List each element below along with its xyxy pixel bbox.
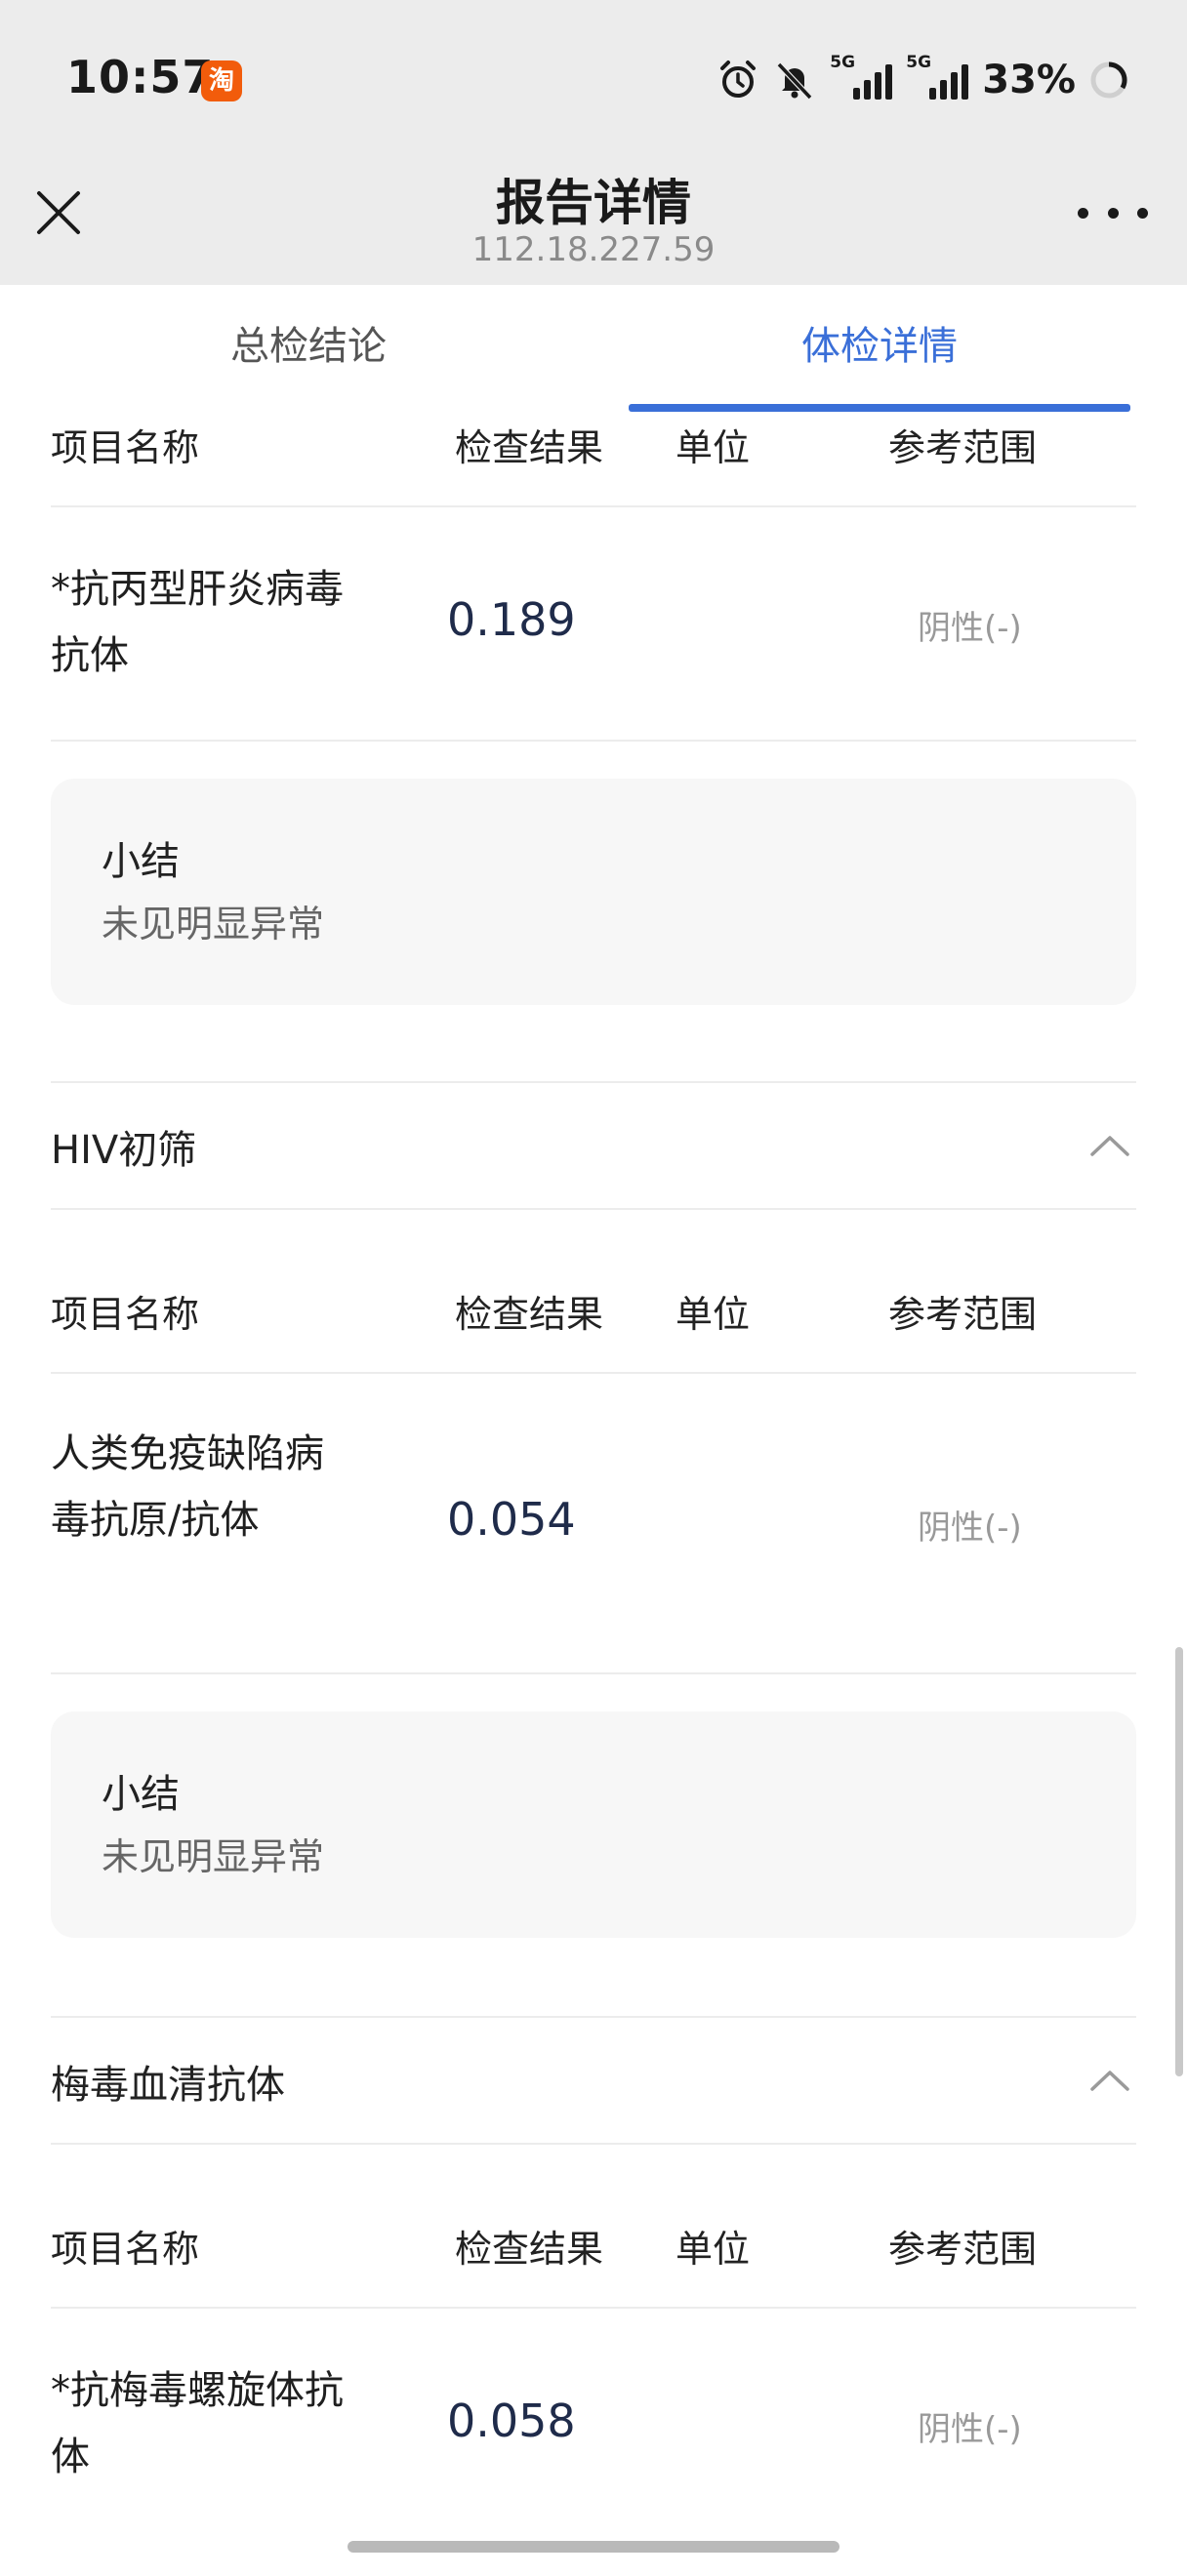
header-result: 检查结果 — [455, 2228, 604, 2271]
battery-percent: 33% — [982, 58, 1076, 102]
section-title-hiv[interactable]: HIV初筛 — [51, 1118, 196, 1175]
divider — [51, 1208, 1136, 1210]
header-unit: 单位 — [675, 1293, 751, 1336]
divider — [51, 1372, 1136, 1374]
taobao-notification-icon: 淘 — [201, 60, 242, 101]
tab-summary-conclusion[interactable]: 总检结论 — [23, 314, 594, 371]
header-unit: 单位 — [675, 426, 751, 469]
battery-ring-icon — [1090, 61, 1127, 99]
status-bar: 10:57 淘 5G 5G 33% — [0, 0, 1187, 146]
header-unit: 单位 — [675, 2228, 751, 2271]
mute-bell-icon — [777, 61, 813, 101]
tab-exam-details[interactable]: 体检详情 — [629, 314, 1130, 371]
header-item-name: 项目名称 — [51, 426, 200, 469]
scrollbar[interactable] — [1175, 1647, 1183, 2076]
header-result: 检查结果 — [455, 1293, 604, 1336]
divider — [51, 740, 1136, 742]
item-result: 0.054 — [447, 1493, 576, 1546]
header-item-name: 项目名称 — [51, 1293, 200, 1336]
status-icons: 5G 5G 33% — [716, 53, 1128, 107]
alarm-icon — [720, 60, 757, 98]
nav-bar: 报告详情 112.18.227.59 — [0, 146, 1187, 285]
divider — [51, 2143, 1136, 2145]
item-name: *抗梅毒螺旋体抗体 — [51, 2368, 344, 2479]
summary-card: 小结 未见明显异常 — [51, 1711, 1136, 1938]
summary-title: 小结 — [102, 839, 180, 884]
active-tab-indicator — [629, 404, 1130, 412]
signal-type-label: 5G — [906, 53, 932, 72]
summary-card: 小结 未见明显异常 — [51, 779, 1136, 1005]
summary-title: 小结 — [102, 1772, 180, 1817]
header-reference: 参考范围 — [888, 426, 1038, 469]
section-title-syphilis[interactable]: 梅毒血清抗体 — [51, 2053, 285, 2110]
tab-bar: 总检结论 体检详情 — [0, 285, 1187, 412]
home-indicator[interactable] — [348, 2541, 839, 2553]
header-reference: 参考范围 — [888, 1293, 1038, 1336]
signal-5g-icon: 5G — [830, 53, 893, 100]
item-reference: 阴性(-) — [918, 2410, 1022, 2449]
item-reference: 阴性(-) — [918, 609, 1022, 648]
header-result: 检查结果 — [455, 426, 604, 469]
chevron-up-icon[interactable] — [1089, 2069, 1130, 2092]
header-reference: 参考范围 — [888, 2228, 1038, 2271]
more-icon[interactable] — [1078, 195, 1148, 230]
divider — [51, 1081, 1136, 1083]
header-item-name: 项目名称 — [51, 2228, 200, 2271]
page-subtitle: 112.18.227.59 — [471, 230, 716, 269]
item-result: 0.058 — [447, 2395, 576, 2447]
item-name: 人类免疫缺陷病毒抗原/抗体 — [51, 1431, 324, 1543]
item-result: 0.189 — [447, 593, 576, 646]
divider — [51, 2307, 1136, 2309]
item-name: *抗丙型肝炎病毒抗体 — [51, 567, 344, 678]
divider — [51, 2016, 1136, 2018]
signal-type-label: 5G — [830, 53, 856, 72]
divider — [51, 505, 1136, 507]
divider — [51, 1672, 1136, 1674]
chevron-up-icon[interactable] — [1089, 1134, 1130, 1157]
summary-text: 未见明显异常 — [102, 903, 325, 946]
status-time: 10:57 — [66, 51, 215, 103]
summary-text: 未见明显异常 — [102, 1835, 325, 1878]
item-reference: 阴性(-) — [918, 1509, 1022, 1548]
signal-5g-icon-2: 5G — [906, 53, 969, 100]
page-title: 报告详情 — [496, 175, 691, 231]
